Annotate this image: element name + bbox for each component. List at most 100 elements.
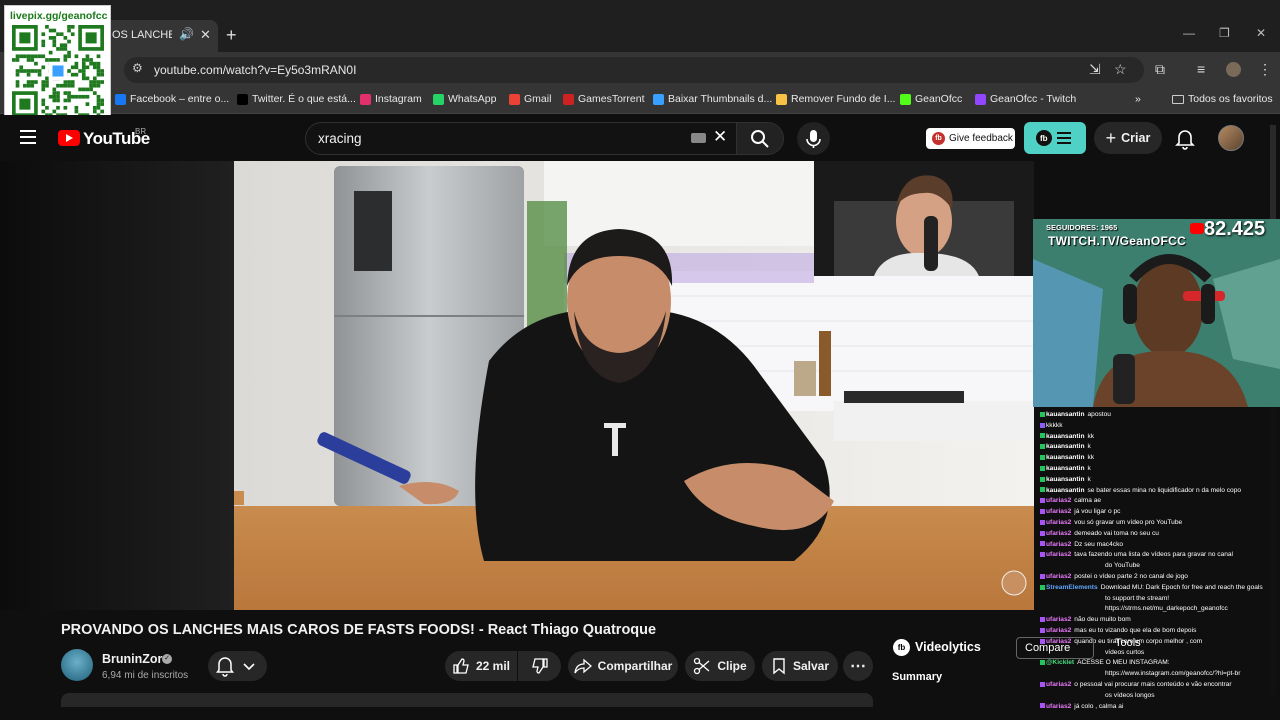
thumbs-up-icon [453, 658, 469, 674]
bookmark-label: Facebook – entre o... [130, 93, 230, 105]
chat-message: kauansantin apostou [1040, 411, 1278, 419]
video-player[interactable] [234, 161, 1034, 610]
twitch-icon [975, 93, 986, 105]
account-avatar[interactable] [1218, 125, 1244, 151]
search-input[interactable] [305, 122, 737, 155]
chat-username: ufarias2 [1046, 702, 1072, 710]
bookmark-item[interactable]: GeanOfcc - Twitch [975, 93, 1076, 105]
more-actions-button[interactable]: ⋯ [843, 651, 873, 681]
chat-badge-icon [1040, 508, 1045, 514]
like-button[interactable]: 22 mil [445, 651, 517, 681]
qr-label: livepix.gg/geanofcc [10, 10, 108, 22]
bookmark-item[interactable]: WhatsApp [433, 93, 496, 105]
tools-button[interactable]: Tools [1115, 637, 1141, 649]
chat-message: kauansantin kk [1040, 454, 1278, 462]
channel-name[interactable]: BruninZor [102, 652, 162, 666]
video-ambient-left [0, 161, 235, 610]
search-query[interactable]: xracing [318, 131, 362, 146]
bookmark-item[interactable]: GamesTorrent [563, 93, 645, 105]
chat-username: @Kicklet [1046, 659, 1075, 667]
bookmark-item[interactable]: Instagram [360, 93, 422, 105]
subscribed-notification-button[interactable] [208, 651, 267, 681]
chat-text: calma ae [1074, 497, 1102, 505]
give-feedback-label: Give feedback [949, 133, 1013, 144]
share-button[interactable]: Compartilhar [568, 651, 678, 681]
dislike-button[interactable] [518, 651, 561, 681]
search-icon[interactable] [750, 129, 770, 149]
chat-username: ufarias2 [1046, 529, 1072, 537]
clip-button[interactable]: Clipe [685, 651, 755, 681]
site-info-icon[interactable]: ⚙ [132, 61, 143, 75]
chat-message: kauansantin k [1040, 443, 1278, 451]
bookmark-item[interactable]: GeanOfcc [900, 93, 962, 105]
install-app-icon[interactable]: ⇲ [1089, 61, 1101, 78]
all-favorites-label: Todos os favoritos [1188, 93, 1273, 105]
create-label: Criar [1121, 131, 1151, 145]
tab-audio-icon[interactable]: 🔊 [179, 27, 194, 41]
instagram-icon [360, 93, 371, 105]
videolytics-button[interactable]: fb [1024, 122, 1086, 154]
create-button[interactable]: + Criar [1094, 122, 1162, 154]
save-button[interactable]: Salvar [762, 651, 838, 681]
video-frame [234, 161, 1034, 610]
profile-avatar[interactable] [1226, 62, 1241, 77]
description-box[interactable] [61, 693, 873, 707]
bookmark-item[interactable]: Facebook – entre o... [115, 93, 229, 105]
mic-icon [806, 130, 821, 148]
tools-label: Tools [1115, 637, 1141, 649]
gamestorrent-icon [563, 93, 574, 105]
channel-avatar[interactable] [61, 649, 93, 681]
summary-tab[interactable]: Summary [892, 671, 942, 683]
keyboard-icon[interactable] [691, 133, 706, 143]
chat-message: ufarias2 já vou ligar o pc [1040, 508, 1278, 516]
chat-badge-icon [1040, 573, 1045, 579]
tab-close-icon[interactable]: ✕ [200, 27, 211, 43]
media-control-icon[interactable]: ≡ [1197, 61, 1205, 77]
chat-message: https://strms.net/mu_darkepoch_geanofcc [1040, 605, 1278, 613]
restore-icon[interactable]: ❐ [1219, 26, 1230, 40]
chat-text: se bater essas mina no liquidificador n … [1087, 486, 1242, 494]
folder-icon [1172, 94, 1184, 104]
compare-button[interactable]: Compare [1016, 637, 1094, 659]
youtube-subs-icon [1190, 223, 1204, 234]
chat-username: ufarias2 [1046, 627, 1072, 634]
chat-message: kauansantin k [1040, 476, 1278, 484]
bookmark-item[interactable]: Twitter. É o que está... [237, 93, 356, 105]
chat-message: kkkkk [1040, 422, 1278, 430]
youtube-logo-icon[interactable] [58, 130, 80, 146]
chat-text: Download MU: Dark Epoch for free and rea… [1100, 583, 1263, 591]
extensions-icon[interactable]: ⧉ [1155, 61, 1165, 78]
tab-title[interactable]: OS LANCHES M [112, 29, 172, 41]
bookmark-label: Baixar Thumbnails d... [668, 93, 773, 105]
notifications-bell-icon[interactable] [1175, 128, 1195, 150]
chat-message: ufarias2 mas eu to vizando que ela de bom… [1040, 627, 1278, 635]
bookmark-item[interactable]: Remover Fundo de I... [776, 93, 895, 105]
chat-message: ufarias2 já colo , calma ai [1040, 703, 1278, 711]
voice-search-button[interactable] [797, 122, 830, 155]
bookmark-label: Gmail [524, 93, 552, 105]
new-tab-button[interactable]: + [226, 25, 237, 46]
chat-text: o pessoal vai procurar mais conteúdo e v… [1074, 681, 1232, 688]
bookmark-item[interactable]: Baixar Thumbnails d... [653, 93, 772, 105]
url-text[interactable]: youtube.com/watch?v=Ey5o3mRAN0I [154, 63, 356, 77]
clear-search-icon[interactable]: ✕ [713, 127, 727, 147]
twitch-url-overlay: TWITCH.TV/GeanOFCC [1048, 234, 1187, 248]
chat-text: do YouTube [1105, 562, 1140, 570]
chat-message: ufarias2 Dz seu mac4cko [1040, 541, 1278, 549]
more-horizontal-icon: ⋯ [850, 658, 866, 675]
bookmarks-overflow-icon[interactable]: » [1135, 93, 1141, 105]
menu-icon[interactable] [20, 130, 36, 144]
give-feedback-button[interactable]: fb Give feedback [926, 128, 1015, 149]
bookmark-star-icon[interactable]: ☆ [1114, 61, 1127, 78]
chat-text: ACESSE O MEU INSTAGRAM: [1077, 659, 1170, 667]
bookmark-item[interactable]: Gmail [509, 93, 551, 105]
chat-text: vou só gravar um vídeo pro YouTube [1074, 519, 1183, 526]
chat-text: https://www.instagram.com/geanofcc/?hl=p… [1105, 670, 1241, 678]
minimize-icon[interactable]: — [1183, 26, 1195, 40]
chat-badge-icon [1040, 541, 1045, 547]
window-close-icon[interactable]: ✕ [1256, 26, 1266, 40]
chat-badge-icon [1040, 627, 1045, 633]
browser-menu-icon[interactable]: ⋮ [1258, 61, 1272, 78]
all-favorites-folder[interactable]: Todos os favoritos [1172, 93, 1273, 105]
chat-badge-icon [1040, 584, 1045, 590]
